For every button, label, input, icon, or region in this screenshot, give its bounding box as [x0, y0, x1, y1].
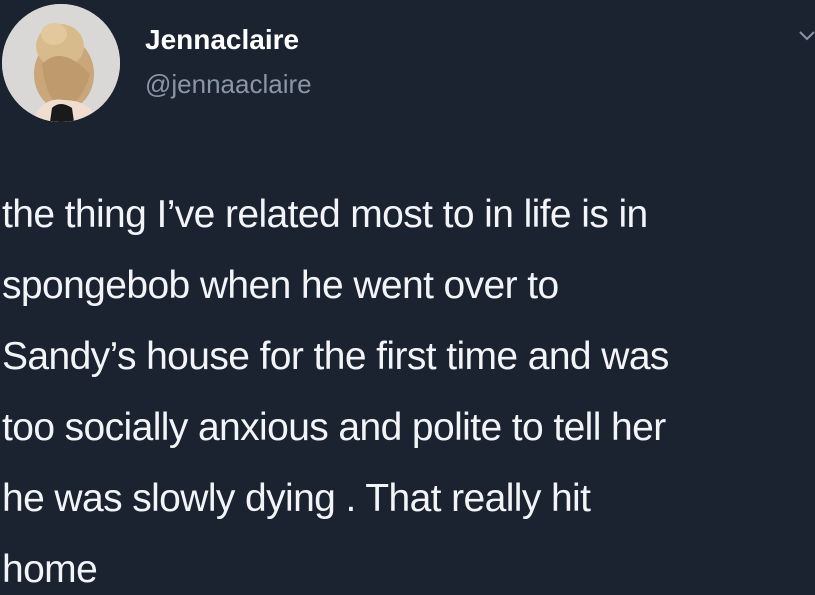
tweet-text: the thing I’ve related most to in life i… — [2, 179, 815, 595]
tweet-text-line: spongebob when he went over to — [2, 264, 559, 307]
tweet-text-line: too socially anxious and polite to tell … — [2, 406, 666, 449]
display-name[interactable]: Jennaclaire — [145, 24, 299, 56]
tweet-text-line: Sandy’s house for the first time and was — [2, 335, 669, 378]
user-handle[interactable]: @jennaaclaire — [145, 69, 312, 100]
tweet-text-line: home — [2, 548, 98, 591]
chevron-down-icon[interactable] — [796, 24, 815, 46]
tweet-card: Jennaclaire @jennaaclaire the thing I’ve… — [0, 0, 815, 595]
avatar[interactable] — [2, 4, 120, 122]
tweet-text-line: he was slowly dying . That really hit — [2, 477, 591, 520]
tweet-text-line: the thing I’ve related most to in life i… — [2, 193, 648, 236]
profile-photo-icon — [2, 4, 120, 122]
